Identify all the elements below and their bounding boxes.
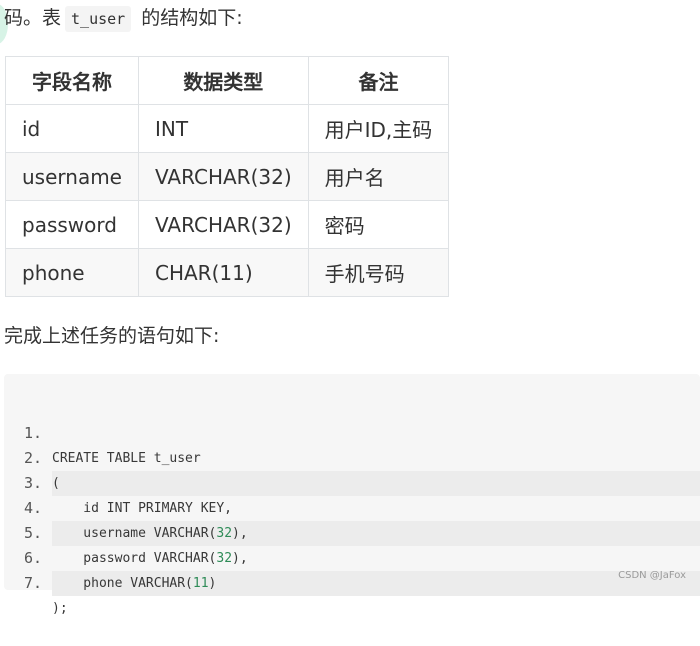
header-remark: 备注: [307, 56, 450, 105]
code-line: 2. (: [4, 421, 700, 496]
cell-field-name: username: [5, 152, 139, 201]
watermark: CSDN @JaFox: [618, 570, 686, 581]
table-row: phone CHAR(11) 手机号码: [5, 248, 450, 297]
numeric-literal: 11: [192, 576, 209, 591]
cell-remark: 用户名: [307, 152, 450, 201]
intro-text-before: 码。表: [4, 7, 62, 29]
cell-field-name: id: [5, 104, 139, 153]
intro-sentence: 码。表 t_user 的结构如下:: [4, 4, 243, 32]
code-block[interactable]: 1. CREATE TABLE t_user 2. ( 3. id INT PR…: [4, 374, 700, 616]
cell-field-name: phone: [5, 248, 139, 297]
code-lead-text: 完成上述任务的语句如下:: [4, 325, 220, 347]
intro-text-after: 的结构如下:: [135, 7, 243, 29]
cell-remark: 密码: [307, 200, 450, 249]
code-text: phone VARCHAR(11): [52, 571, 700, 596]
code-line: 5. password VARCHAR(32),: [4, 496, 700, 566]
table-row: id INT 用户ID,主码: [5, 104, 450, 153]
cell-data-type: INT: [138, 104, 309, 153]
code-line: 4. username VARCHAR(32),: [4, 471, 700, 546]
table-row: username VARCHAR(32) 用户名: [5, 152, 450, 201]
inline-code-table-name: t_user: [65, 6, 132, 32]
table-row: password VARCHAR(32) 密码: [5, 200, 450, 249]
cell-data-type: CHAR(11): [138, 248, 309, 297]
header-field-name: 字段名称: [5, 56, 139, 105]
code-text: );: [52, 601, 68, 616]
table-header-row: 字段名称 数据类型 备注: [5, 56, 450, 105]
code-line: 3. id INT PRIMARY KEY,: [4, 446, 700, 516]
cell-field-name: password: [5, 200, 139, 249]
line-number: 7.: [24, 574, 43, 592]
cell-data-type: VARCHAR(32): [138, 152, 309, 201]
header-data-type: 数据类型: [138, 56, 309, 105]
cell-data-type: VARCHAR(32): [138, 200, 309, 249]
cell-remark: 用户ID,主码: [307, 104, 450, 153]
cell-remark: 手机号码: [307, 248, 450, 297]
code-line: 7. );: [4, 546, 700, 616]
code-line: 6. phone VARCHAR(11): [4, 521, 700, 596]
field-table: 字段名称 数据类型 备注 id INT 用户ID,主码 username VAR…: [5, 56, 450, 297]
code-line: 1. CREATE TABLE t_user: [4, 396, 700, 466]
